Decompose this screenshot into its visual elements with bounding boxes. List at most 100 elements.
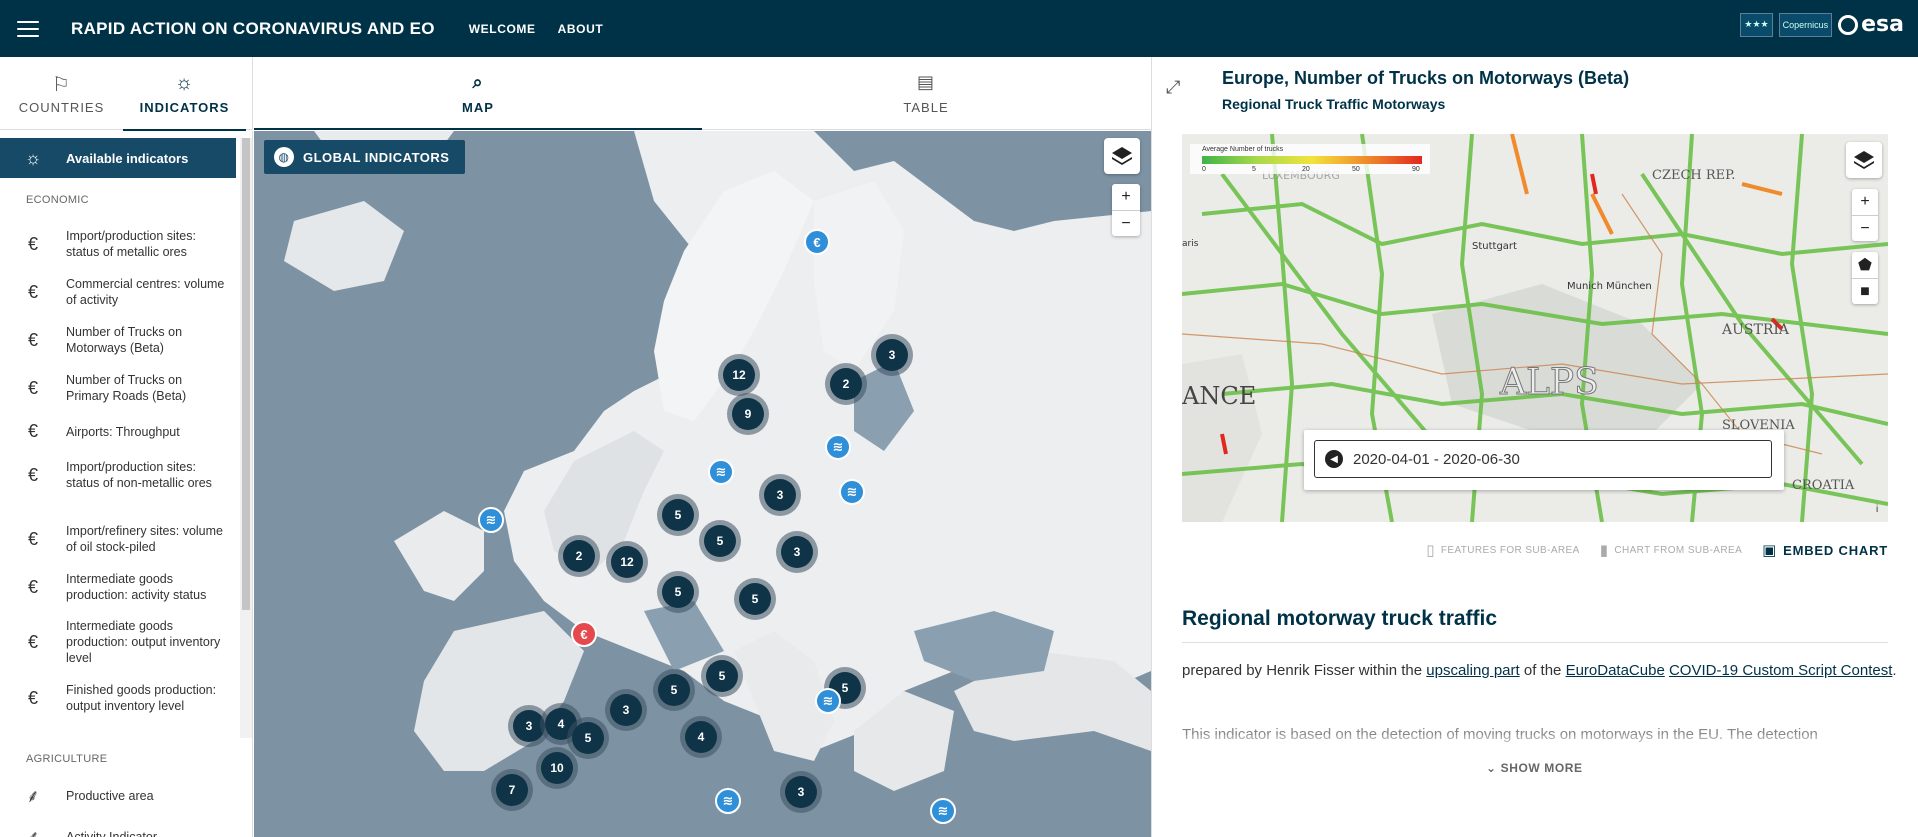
indicator-sidebar: ☼ Available indicators ECONOMIC € Import/… (0, 131, 253, 837)
europe-map[interactable]: ◍ GLOBAL INDICATORS + − 12 2 3 9 3 5 5 2… (254, 131, 1151, 837)
attribution-icon[interactable]: i (1876, 504, 1878, 515)
map-cluster[interactable]: 12 (606, 541, 648, 583)
bar-chart-icon: ▮ (1599, 542, 1609, 559)
euro-icon: € (27, 421, 38, 441)
map-layers-button[interactable] (1846, 142, 1882, 178)
map-search-icon: ⌕ (472, 71, 484, 92)
zoom-out-button[interactable]: − (1112, 210, 1140, 236)
side-tabs: ⚐ COUNTRIES ☼ INDICATORS (0, 57, 253, 131)
map-zoom-control: + − (1112, 184, 1140, 236)
chevron-down-icon: ⌄ (1486, 761, 1497, 775)
euro-icon: € (27, 631, 38, 652)
indicator-item[interactable]: € Import/production sites: status of non-… (0, 459, 236, 491)
expand-icon[interactable]: ⤢ (1166, 77, 1180, 98)
map-cluster[interactable]: 4 (680, 716, 722, 758)
embed-chart-button[interactable]: ▣ EMBED CHART (1762, 541, 1888, 559)
zoom-out-button[interactable]: − (1852, 215, 1878, 241)
show-more-button[interactable]: ⌄ SHOW MORE (1486, 761, 1583, 775)
eurodatacube-link[interactable]: EuroDataCube (1566, 662, 1665, 679)
svg-text:ANCE: ANCE (1182, 382, 1256, 410)
flag-icon: ⚐ (52, 74, 71, 96)
map-cluster[interactable]: 3 (871, 334, 913, 376)
menu-icon[interactable] (17, 20, 39, 37)
traffic-marker-icon[interactable]: ≋ (815, 688, 841, 714)
traffic-marker-icon[interactable]: ≋ (839, 479, 865, 505)
map-cluster[interactable]: 5 (701, 655, 743, 697)
indicator-item[interactable]: € Intermediate goods production: output i… (0, 618, 236, 666)
svg-text:CZECH REP.: CZECH REP. (1652, 168, 1735, 183)
draw-tools: ⬟ ■ (1852, 252, 1878, 304)
euro-marker-icon[interactable]: € (571, 621, 597, 647)
nav-welcome[interactable]: WELCOME (469, 22, 536, 36)
draw-rectangle-icon[interactable]: ■ (1852, 278, 1878, 304)
traffic-marker-icon[interactable]: ≋ (478, 507, 504, 533)
indicator-subtitle: Regional Truck Traffic Motorways (1222, 96, 1446, 112)
euro-icon: € (27, 377, 38, 398)
traffic-marker-icon[interactable]: ≋ (715, 788, 741, 814)
indicator-item[interactable]: € Number of Trucks on Primary Roads (Beta… (0, 372, 236, 404)
tab-table[interactable]: ▤ TABLE (702, 57, 1150, 129)
indicator-detail-panel: ⤢ Europe, Number of Trucks on Motorways … (1151, 57, 1918, 837)
chart-actions: ▯ FEATURES FOR SUB-AREA ▮ CHART FROM SUB-A… (1152, 541, 1888, 559)
traffic-marker-icon[interactable]: ≋ (825, 434, 851, 460)
indicator-item[interactable]: € Intermediate goods production: activity… (0, 571, 236, 603)
indicator-item[interactable]: € Import/refinery sites: volume of oil st… (0, 523, 236, 555)
svg-text:aris: aris (1182, 239, 1199, 249)
chevron-left-icon[interactable]: ◀ (1325, 450, 1343, 468)
available-indicators-header[interactable]: ☼ Available indicators (0, 138, 236, 178)
map-cluster[interactable]: 3 (605, 689, 647, 731)
layers-button[interactable] (1104, 138, 1140, 174)
upscaling-part-link[interactable]: upscaling part (1426, 662, 1519, 679)
map-cluster[interactable]: 5 (657, 571, 699, 613)
map-cluster[interactable]: 3 (776, 531, 818, 573)
chart-icon: ▣ (1762, 542, 1778, 559)
svg-text:AUSTRIA: AUSTRIA (1721, 322, 1790, 338)
sidebar-scrollbar[interactable] (240, 138, 252, 738)
indicator-item[interactable]: € Import/production sites: status of meta… (0, 228, 236, 260)
section-title-economic: ECONOMIC (26, 194, 89, 206)
map-cluster[interactable]: 5 (657, 494, 699, 536)
map-cluster[interactable]: 9 (727, 393, 769, 435)
traffic-legend: Average Number of trucks 0 5 20 50 90 (1190, 144, 1430, 174)
lightbulb-icon: ☼ (24, 147, 42, 168)
tab-countries[interactable]: ⚐ COUNTRIES (0, 57, 123, 130)
features-sub-area-button[interactable]: ▯ FEATURES FOR SUB-AREA (1426, 541, 1579, 559)
euro-icon: € (27, 687, 38, 708)
tab-map[interactable]: ⌕ MAP (254, 57, 702, 130)
chart-sub-area-button[interactable]: ▮ CHART FROM SUB-AREA (1600, 541, 1742, 559)
euro-icon: € (27, 528, 38, 549)
contest-link[interactable]: COVID-19 Custom Script Contest (1669, 662, 1892, 679)
traffic-marker-icon[interactable]: ≋ (708, 459, 734, 485)
tab-indicators[interactable]: ☼ INDICATORS (123, 57, 246, 131)
draw-polygon-icon[interactable]: ⬟ (1852, 252, 1878, 278)
map-cluster[interactable]: 5 (653, 669, 695, 711)
map-cluster[interactable]: 5 (699, 520, 741, 562)
map-cluster[interactable]: 7 (491, 769, 533, 811)
indicator-item[interactable]: ⸙ Activity Indicator (0, 825, 236, 837)
indicator-item[interactable]: € Finished goods production: output inven… (0, 682, 236, 714)
map-cluster[interactable]: 2 (825, 363, 867, 405)
svg-text:ALPS: ALPS (1499, 362, 1599, 403)
indicator-item[interactable]: € Airports: Throughput (0, 421, 236, 442)
zoom-in-button[interactable]: + (1112, 184, 1140, 210)
indicator-item[interactable]: € Number of Trucks on Motorways (Beta) (0, 324, 236, 356)
wheat-icon: ⸙ (26, 827, 40, 837)
map-cluster[interactable]: 10 (536, 747, 578, 789)
date-range-select[interactable]: ◀ 2020-04-01 - 2020-06-30 (1314, 440, 1772, 478)
traffic-marker-icon[interactable]: ≋ (930, 798, 956, 824)
nav-about[interactable]: ABOUT (558, 22, 604, 36)
esa-logo: esa (1838, 12, 1904, 37)
global-indicators-button[interactable]: ◍ GLOBAL INDICATORS (264, 140, 466, 174)
map-cluster[interactable]: 12 (718, 354, 760, 396)
map-cluster[interactable]: 5 (734, 578, 776, 620)
indicator-item[interactable]: € Commercial centres: volume of activity (0, 276, 236, 308)
euro-marker-icon[interactable]: € (804, 229, 830, 255)
map-cluster[interactable]: 3 (780, 771, 822, 813)
map-cluster[interactable]: 3 (759, 474, 801, 516)
zoom-in-button[interactable]: + (1852, 189, 1878, 215)
map-cluster[interactable]: 2 (558, 535, 600, 577)
map-cluster[interactable]: 5 (567, 717, 609, 759)
indicator-title: Europe, Number of Trucks on Motorways (B… (1222, 68, 1630, 88)
truck-traffic-map[interactable]: CZECH REP. Stuttgart Munich München AUST… (1182, 134, 1888, 522)
indicator-item[interactable]: ⸙ Productive area (0, 784, 236, 808)
